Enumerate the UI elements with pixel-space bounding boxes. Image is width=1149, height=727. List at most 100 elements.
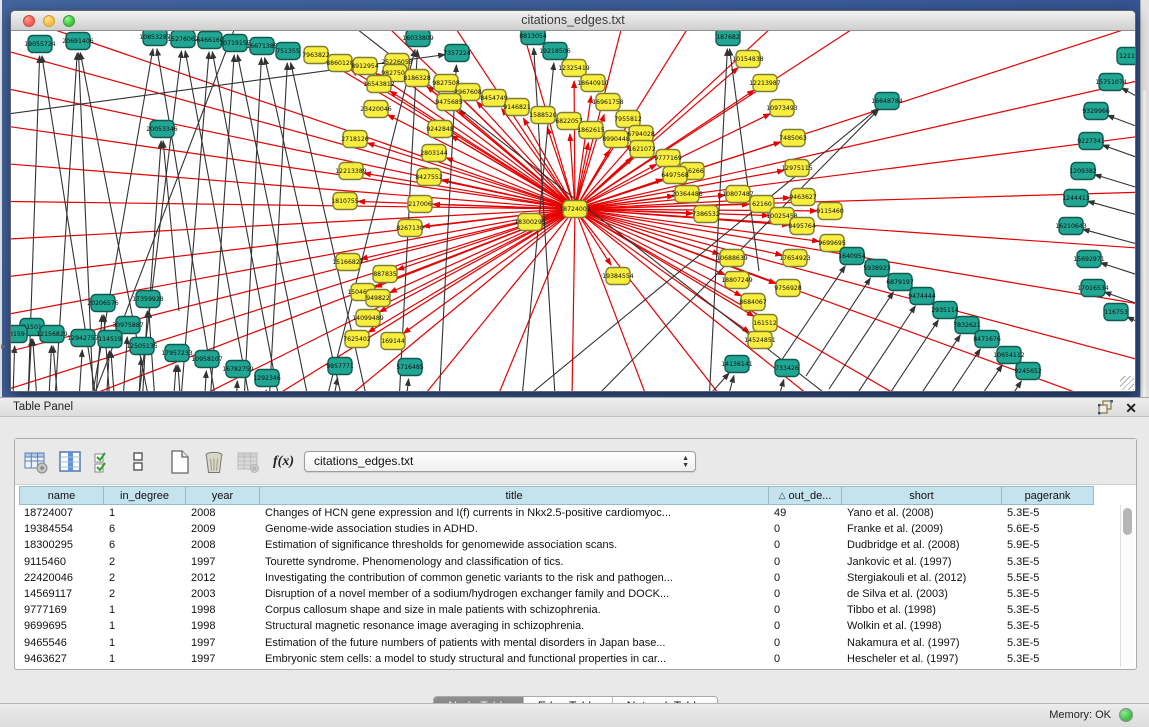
network-node[interactable]: 16671385	[246, 38, 278, 55]
function-builder-icon[interactable]: f(x)	[273, 454, 294, 470]
network-graph[interactable]: 7963822886012889129542522605898275051654…	[11, 31, 1135, 391]
network-node[interactable]: 187682	[716, 31, 740, 46]
network-node[interactable]: 2803144	[420, 145, 448, 162]
network-node[interactable]: 14099489	[352, 310, 384, 327]
new-document-icon[interactable]	[165, 447, 195, 477]
column-header-out_de[interactable]: △out_de...	[769, 486, 842, 505]
network-node[interactable]: 10973493	[766, 100, 798, 117]
network-node[interactable]: 17359928	[132, 291, 164, 308]
network-node[interactable]: 9227341	[1077, 133, 1105, 150]
column-header-short[interactable]: short	[842, 486, 1002, 505]
network-node[interactable]: 733426	[775, 360, 799, 377]
network-node[interactable]: 2935114	[931, 302, 959, 319]
network-node[interactable]: 12505135	[126, 338, 158, 355]
network-node[interactable]: 15276062	[167, 31, 199, 48]
window-titlebar[interactable]: citations_edges.txt	[11, 11, 1135, 31]
network-node[interactable]: 8267130	[396, 220, 424, 237]
network-node[interactable]: 15166827	[332, 254, 364, 271]
network-node[interactable]: 15692971	[1073, 251, 1105, 268]
memory-ok-indicator-icon[interactable]	[1119, 708, 1133, 722]
network-node[interactable]: 15751074	[1095, 74, 1127, 91]
row-check-icon[interactable]	[89, 447, 119, 477]
network-node[interactable]: 14524851	[744, 332, 776, 349]
table-select-dropdown[interactable]: citations_edges.txt ▲▼	[304, 451, 696, 472]
table-row[interactable]: 2242004622012Investigating the contribut…	[19, 570, 1114, 586]
network-node[interactable]: 16648784	[871, 93, 903, 110]
network-node[interactable]: 10958107	[191, 351, 223, 368]
table-row[interactable]: 946554611997Estimation of the future num…	[19, 635, 1114, 651]
network-node[interactable]: 8813054	[519, 31, 547, 45]
network-node[interactable]: 9242848	[426, 121, 454, 138]
network-node[interactable]: 18640910	[577, 75, 609, 92]
network-node[interactable]: 8495764	[788, 218, 816, 235]
network-node[interactable]: 12213389	[335, 163, 367, 180]
network-node[interactable]: 1244413	[1062, 190, 1090, 207]
network-node[interactable]: 12213987	[749, 75, 781, 92]
table-settings-icon[interactable]	[21, 447, 51, 477]
network-node[interactable]: 17654923	[779, 250, 811, 267]
network-node[interactable]: 9463627	[789, 189, 817, 206]
network-node[interactable]: 14136141	[721, 356, 753, 373]
network-node[interactable]: 8186328	[403, 70, 431, 87]
network-node[interactable]: 9475685	[435, 94, 463, 111]
network-node[interactable]: 6497568	[661, 167, 689, 184]
network-node[interactable]: 8860128	[326, 55, 354, 72]
network-node[interactable]: 17016534	[1077, 280, 1109, 297]
network-node[interactable]: 1209382	[1069, 163, 1097, 180]
network-node[interactable]: 16543812	[363, 76, 395, 93]
network-node[interactable]: 10853287	[139, 31, 171, 46]
network-node[interactable]: 12942757	[67, 330, 99, 347]
network-node[interactable]: 20364486	[671, 186, 703, 203]
network-node[interactable]: 10688639	[716, 250, 748, 267]
network-node[interactable]: 1862615	[577, 122, 605, 139]
table-row[interactable]: 1830029562008Estimation of significance …	[19, 537, 1114, 553]
network-node[interactable]: 8990448	[602, 131, 630, 148]
network-node[interactable]: 8684067	[739, 294, 767, 311]
network-node[interactable]: 7357224	[443, 45, 471, 62]
network-node[interactable]: 12975115	[781, 160, 813, 177]
network-node[interactable]: 9777169	[654, 150, 682, 167]
network-node[interactable]: 10807487	[722, 186, 754, 203]
network-node[interactable]: 18300295	[514, 214, 546, 231]
network-node[interactable]: 5716485	[396, 359, 424, 376]
network-node[interactable]: 33159	[11, 326, 27, 343]
network-node[interactable]: 8427552	[415, 169, 443, 186]
network-node[interactable]: 8471676	[973, 331, 1001, 348]
network-node[interactable]: 9857771	[326, 358, 354, 375]
column-header-title[interactable]: title	[260, 486, 769, 505]
table-row[interactable]: 946362711997Embryonic stem cells: a mode…	[19, 651, 1114, 667]
network-node[interactable]: 12156829	[36, 326, 68, 343]
table-row[interactable]: 977716911998Corpus callosum shape and si…	[19, 602, 1114, 618]
network-node[interactable]: 8912954	[351, 58, 379, 75]
column-header-pagerank[interactable]: pagerank	[1002, 486, 1094, 505]
stacked-rows-icon[interactable]	[123, 447, 153, 477]
network-node[interactable]: 949822	[366, 290, 390, 307]
network-node[interactable]: 169144	[381, 333, 405, 350]
network-node[interactable]: 23420046	[360, 101, 392, 118]
network-node[interactable]: 7386532	[692, 206, 720, 223]
network-node[interactable]: 161512	[753, 315, 777, 332]
network-node[interactable]: 1621072	[628, 141, 656, 158]
network-node[interactable]: 12117	[1117, 48, 1135, 65]
table-row[interactable]: 1456911722003Disruption of a novel membe…	[19, 586, 1114, 602]
network-node[interactable]: 9245652	[1014, 363, 1042, 380]
panel-collapse-arrow-icon[interactable]: ▸	[1, 341, 6, 352]
network-node[interactable]: 9146821	[503, 99, 531, 116]
network-node[interactable]: 1588520	[529, 107, 557, 124]
network-node[interactable]: 20053346	[146, 121, 178, 138]
table-row[interactable]: 1938455462009Genome-wide association stu…	[19, 521, 1114, 537]
network-node[interactable]: 16033809	[402, 31, 434, 47]
network-node[interactable]: 9474444	[908, 288, 936, 305]
network-node-hub[interactable]: 18724007	[559, 201, 591, 218]
network-canvas[interactable]: 7963822886012889129542522605898275051654…	[11, 31, 1135, 391]
network-node[interactable]: 19384554	[602, 268, 634, 285]
table-row[interactable]: 911546021997Tourette syndrome. Phenomeno…	[19, 554, 1114, 570]
column-header-name[interactable]: name	[19, 486, 104, 505]
network-node[interactable]: 114519	[98, 331, 122, 348]
network-node[interactable]: 1292346	[253, 370, 281, 387]
network-node[interactable]: 751355	[276, 43, 300, 60]
network-node[interactable]: 1810755	[331, 193, 359, 210]
network-node[interactable]: 887835	[373, 266, 397, 283]
network-node[interactable]: 20206576	[87, 295, 119, 312]
table-row[interactable]: 969969511998Structural magnetic resonanc…	[19, 618, 1114, 634]
